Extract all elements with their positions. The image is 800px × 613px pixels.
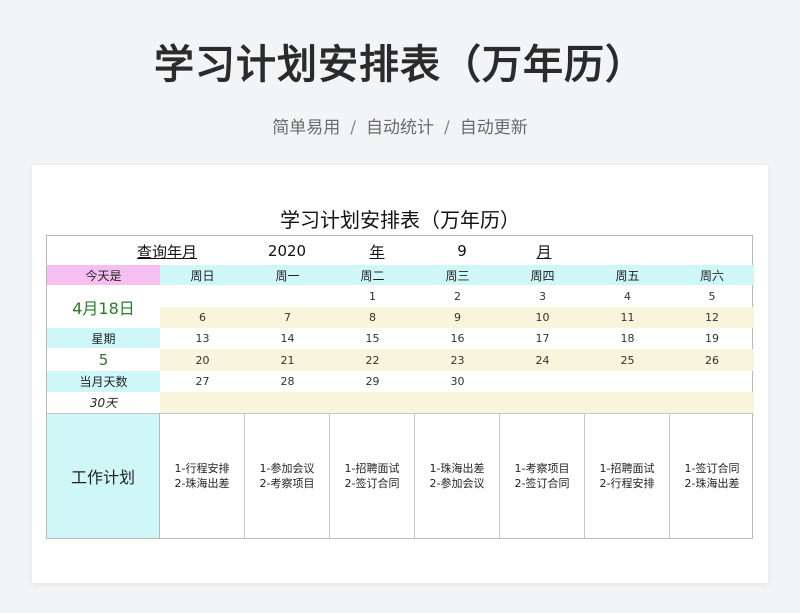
day-cell: 29 xyxy=(365,375,380,388)
plan-label: 工作计划 xyxy=(47,414,160,538)
sheet-title: 学习计划安排表（万年历） xyxy=(280,208,520,232)
day-cell: 9 xyxy=(415,307,500,328)
plan-cell: 1-珠海出差 2-参加会议 xyxy=(415,414,500,538)
subtitle-part: 自动更新 xyxy=(459,118,528,138)
plan-item: 2-珠海出差 xyxy=(684,477,740,490)
day-cell: 21 xyxy=(245,349,330,371)
calendar-grid: 查询年月 2020 年 9 月 今天是 4月18日 星期 5 当月天数 30天 … xyxy=(46,235,754,539)
day-cell: 10 xyxy=(500,307,585,328)
day-cell: 16 xyxy=(450,332,465,345)
plan-item: 1-招聘面试 xyxy=(599,462,655,475)
plan-item: 1-参加会议 xyxy=(259,462,315,475)
today-value: 4月18日 xyxy=(72,298,135,318)
query-month[interactable]: 9 xyxy=(442,238,482,264)
plan-item: 1-考察项目 xyxy=(514,462,570,475)
weekday-header: 周五 xyxy=(585,265,670,285)
day-cell: 12 xyxy=(670,307,754,328)
query-month-unit: 月 xyxy=(536,242,552,261)
day-cell: 8 xyxy=(330,307,415,328)
query-year[interactable]: 2020 xyxy=(257,238,317,264)
day-cell: 20 xyxy=(160,349,245,371)
day-cell: 4 xyxy=(624,289,631,303)
day-cell xyxy=(245,392,330,413)
day-cell: 6 xyxy=(160,307,245,328)
page-title: 学习计划安排表（万年历） xyxy=(154,42,646,88)
days-value: 30天 xyxy=(89,396,118,410)
plan-item: 1-珠海出差 xyxy=(429,462,485,475)
day-cell: 3 xyxy=(539,289,546,303)
weekday-label: 星期 xyxy=(47,328,160,348)
day-cell xyxy=(245,285,330,307)
day-cell: 26 xyxy=(670,349,754,371)
subtitle-part: 简单易用 xyxy=(272,118,341,138)
weekday-header: 周四 xyxy=(500,265,585,285)
day-cell xyxy=(585,392,670,413)
weekday-header: 周日 xyxy=(160,265,245,285)
day-cell: 23 xyxy=(415,349,500,371)
weekday-header: 周三 xyxy=(415,265,500,285)
weekday-header: 周六 xyxy=(670,265,754,285)
today-label: 今天是 xyxy=(47,265,160,285)
day-cell: 19 xyxy=(705,332,719,345)
query-label: 查询年月 xyxy=(136,242,197,261)
subtitle-part: 自动统计 xyxy=(366,118,434,138)
plan-item: 1-招聘面试 xyxy=(344,462,400,475)
weekday-header: 周二 xyxy=(330,265,415,285)
plan-cell: 1-签订合同 2-珠海出差 xyxy=(670,414,754,538)
day-cell: 1 xyxy=(369,289,376,303)
day-cell: 18 xyxy=(620,332,635,345)
plan-item: 2-签订合同 xyxy=(514,477,570,490)
day-cell: 14 xyxy=(280,332,295,345)
plan-item: 2-行程安排 xyxy=(599,477,655,490)
day-cell xyxy=(585,371,670,392)
day-cell xyxy=(670,392,754,413)
weekday-header: 周一 xyxy=(245,265,330,285)
query-year-unit: 年 xyxy=(369,242,385,261)
plan-cell: 1-考察项目 2-签订合同 xyxy=(500,414,585,538)
day-cell: 27 xyxy=(195,375,210,388)
day-cell xyxy=(500,392,585,413)
plan-cell: 1-参加会议 2-考察项目 xyxy=(245,414,330,538)
days-label: 当月天数 xyxy=(47,371,160,392)
day-cell xyxy=(330,392,415,413)
day-cell: 7 xyxy=(245,307,330,328)
day-cell: 15 xyxy=(365,332,380,345)
day-cell: 22 xyxy=(330,349,415,371)
day-cell: 17 xyxy=(535,332,550,345)
day-cell: 30 xyxy=(450,375,465,388)
plan-item: 2-参加会议 xyxy=(429,477,485,490)
plan-item: 1-签订合同 xyxy=(684,462,740,475)
subtitle-separator: / xyxy=(350,118,356,138)
plan-cell: 1-招聘面试 2-行程安排 xyxy=(585,414,670,538)
day-cell xyxy=(160,285,245,307)
day-cell: 13 xyxy=(195,332,210,345)
day-cell: 5 xyxy=(708,289,716,303)
day-cell xyxy=(160,392,245,413)
plan-item: 2-珠海出差 xyxy=(174,477,230,490)
plan-item: 1-行程安排 xyxy=(174,462,230,475)
plan-item: 2-签订合同 xyxy=(344,477,400,490)
day-cell: 28 xyxy=(280,375,295,388)
day-cell: 25 xyxy=(585,349,670,371)
plan-cell: 1-行程安排 2-珠海出差 xyxy=(160,414,245,538)
plan-item: 2-考察项目 xyxy=(259,477,315,490)
plan-cell: 1-招聘面试 2-签订合同 xyxy=(330,414,415,538)
day-cell: 11 xyxy=(585,307,670,328)
day-cell: 24 xyxy=(500,349,585,371)
weekday-value: 5 xyxy=(98,351,109,369)
day-cell: 2 xyxy=(454,289,461,303)
subtitle-separator: / xyxy=(444,118,450,138)
page-subtitle: 简单易用 / 自动统计 / 自动更新 xyxy=(0,113,800,138)
day-cell xyxy=(670,371,754,392)
day-cell xyxy=(500,371,585,392)
day-cell xyxy=(415,392,500,413)
